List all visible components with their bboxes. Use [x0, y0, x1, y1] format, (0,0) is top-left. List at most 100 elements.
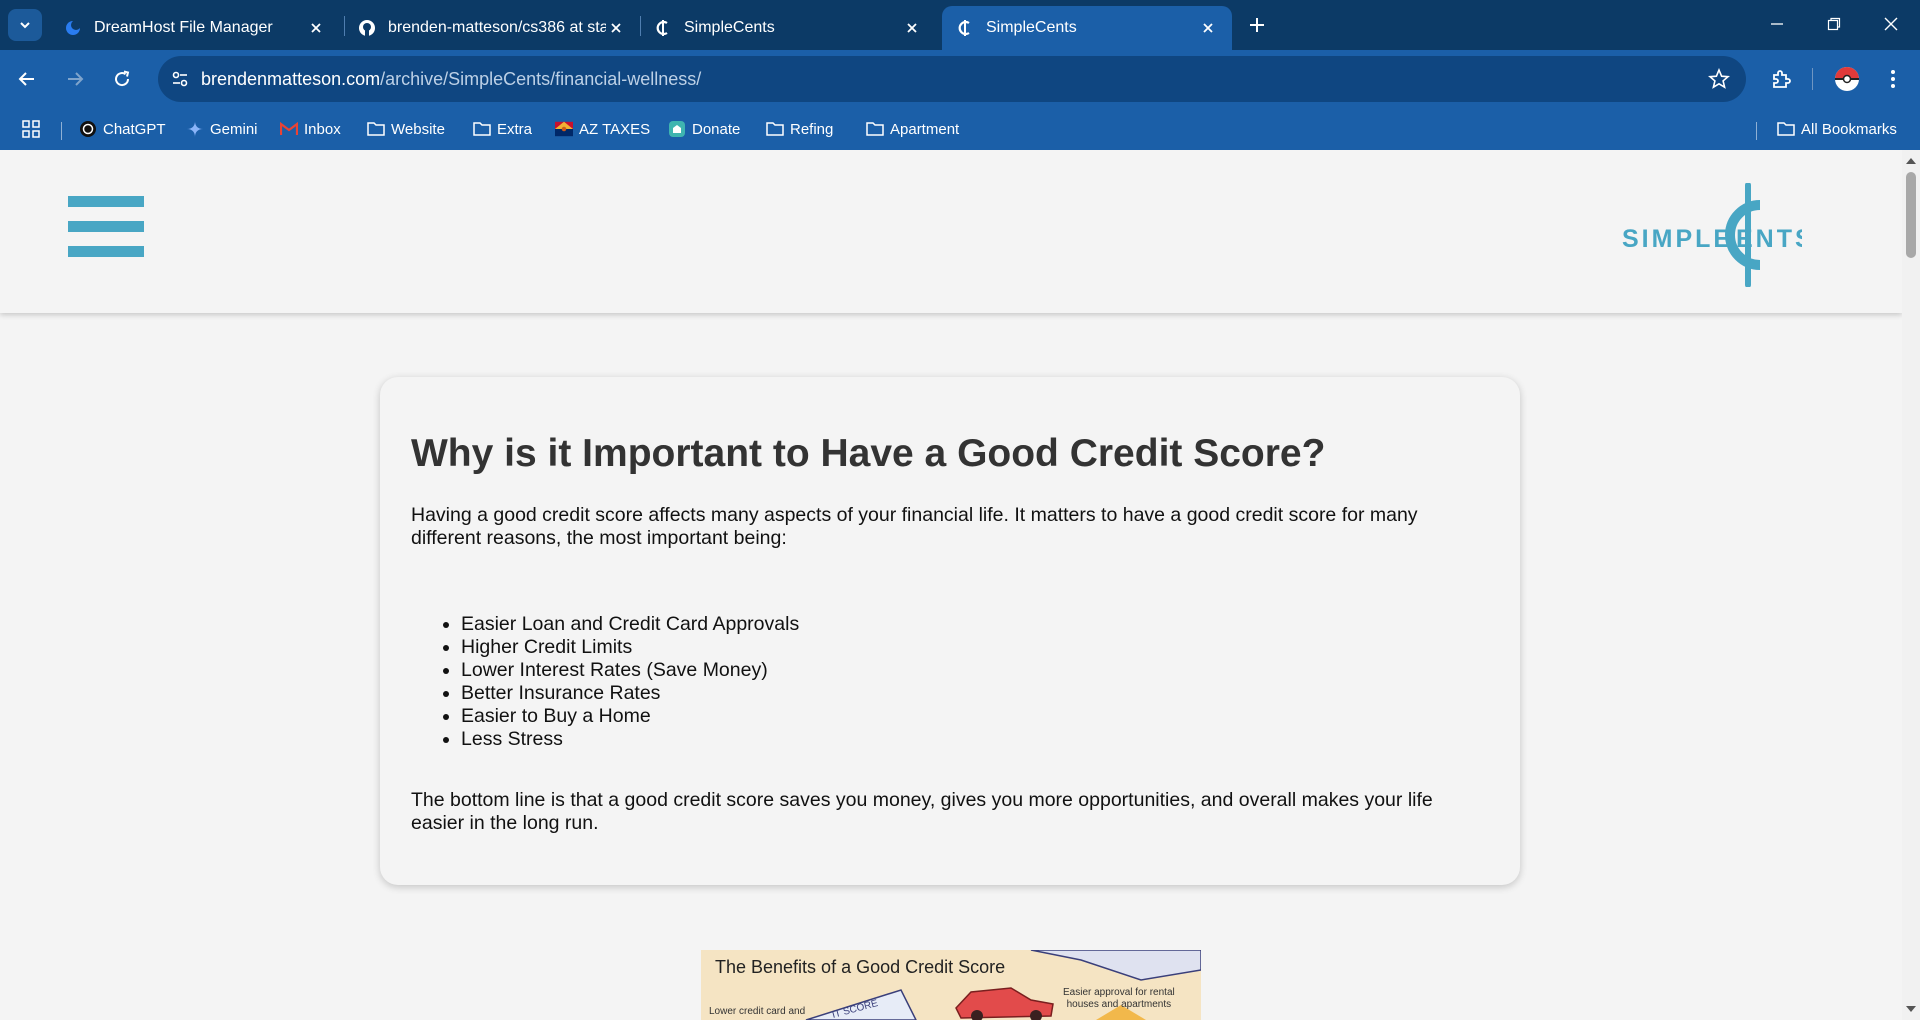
site-header: SIMPLE ENTS	[0, 150, 1902, 313]
bookmark-folder-website[interactable]: Website	[367, 117, 445, 141]
back-button[interactable]	[11, 63, 43, 95]
intro-paragraph: Having a good credit score affects many …	[411, 504, 1418, 549]
simplecents-icon	[654, 19, 672, 37]
forward-arrow-icon	[68, 72, 84, 86]
folder-icon	[1777, 120, 1795, 138]
profile-avatar[interactable]	[1831, 63, 1863, 95]
infographic-caption: Lower credit card and	[709, 1006, 806, 1017]
all-bookmarks-label: All Bookmarks	[1801, 120, 1897, 138]
hamburger-bar	[68, 246, 144, 257]
puzzle-icon	[1773, 70, 1791, 88]
browser-menu-button[interactable]	[1877, 63, 1909, 95]
bookmarks-separator	[1756, 122, 1757, 140]
scrollbar-thumb[interactable]	[1906, 172, 1916, 258]
list-item: Less Stress	[461, 728, 799, 751]
tab-search-button[interactable]	[8, 9, 42, 41]
bookmark-donate[interactable]: Donate	[668, 117, 740, 141]
bookmark-label: Apartment	[890, 120, 960, 138]
bookmark-folder-refing[interactable]: Refing	[766, 117, 833, 141]
bookmark-star-icon[interactable]	[1708, 67, 1730, 90]
caption-line: Easier approval for rental	[1063, 987, 1175, 998]
simplecents-logo[interactable]: SIMPLE ENTS	[1620, 182, 1812, 288]
new-tab-button[interactable]	[1244, 12, 1270, 38]
bookmark-chatgpt[interactable]: ChatGPT	[79, 117, 166, 141]
bookmark-inbox[interactable]: Inbox	[280, 117, 341, 141]
folder-icon	[473, 120, 491, 138]
bookmark-label: Inbox	[304, 120, 341, 138]
bookmark-label: Website	[391, 120, 445, 138]
list-item: Better Insurance Rates	[461, 682, 799, 705]
list-item: Easier Loan and Credit Card Approvals	[461, 613, 799, 636]
bookmark-label: Extra	[497, 120, 533, 138]
plus-icon	[1250, 18, 1264, 32]
all-bookmarks-button[interactable]: All Bookmarks	[1777, 117, 1897, 141]
donate-icon	[668, 120, 686, 138]
tab-github[interactable]: brenden-matteson/cs386 at sta	[344, 6, 640, 50]
az-flag-icon	[555, 120, 573, 138]
reload-icon	[115, 70, 130, 87]
bookmark-label: Donate	[692, 120, 741, 138]
tab-title: SimpleCents	[986, 19, 1077, 36]
bookmark-label: Gemini	[210, 120, 258, 138]
close-icon[interactable]	[606, 18, 626, 38]
simplecents-icon	[956, 19, 974, 37]
close-icon[interactable]	[306, 18, 326, 38]
apps-button[interactable]	[22, 117, 46, 141]
tab-dreamhost[interactable]: DreamHost File Manager	[50, 6, 340, 50]
page-viewport: SIMPLE ENTS Why is it Important to Have …	[0, 150, 1902, 1020]
site-info-icon[interactable]	[164, 63, 196, 95]
chevron-down-icon	[20, 22, 30, 29]
reload-button[interactable]	[106, 63, 138, 95]
minimize-button[interactable]	[1757, 8, 1797, 40]
tab-simplecents-active[interactable]: SimpleCents	[942, 6, 1232, 50]
github-icon	[358, 19, 376, 37]
dreamhost-icon	[64, 19, 82, 37]
folder-icon	[866, 120, 884, 138]
tab-title: brenden-matteson/cs386 at sta	[388, 19, 606, 36]
close-icon[interactable]	[902, 18, 922, 38]
more-vert-icon	[1891, 70, 1895, 88]
close-icon[interactable]	[1198, 18, 1218, 38]
logo-text-left: SIMPLE	[1622, 225, 1733, 253]
tab-simplecents[interactable]: SimpleCents	[640, 6, 936, 50]
bookmark-gemini[interactable]: Gemini	[186, 117, 258, 141]
url-text[interactable]: brendenmatteson.com/archive/SimpleCents/…	[201, 69, 701, 90]
toolbar-separator	[1812, 68, 1813, 90]
benefits-list: Easier Loan and Credit Card Approvals Hi…	[411, 613, 799, 751]
close-icon	[1884, 17, 1898, 31]
scroll-down-arrow-icon[interactable]	[1905, 1004, 1917, 1014]
extensions-button[interactable]	[1765, 63, 1797, 95]
bookmark-folder-apartment[interactable]: Apartment	[866, 117, 959, 141]
gemini-icon	[186, 120, 204, 138]
restore-button[interactable]	[1814, 8, 1854, 40]
address-bar[interactable]: brendenmatteson.com/archive/SimpleCents/…	[158, 56, 1746, 102]
bookmarks-bar: ChatGPT Gemini Inbox Website Extra AZ TA…	[0, 108, 1920, 150]
tab-title: SimpleCents	[684, 19, 775, 36]
infographic-title: The Benefits of a Good Credit Score	[715, 957, 1006, 977]
hamburger-menu-icon[interactable]	[68, 196, 144, 258]
conclusion-paragraph: The bottom line is that a good credit sc…	[411, 789, 1433, 834]
url-path: /archive/SimpleCents/financial-wellness/	[380, 69, 702, 89]
caption-line: houses and apartments	[1066, 999, 1172, 1010]
infographic-caption: Easier approval for rental houses and apa…	[1063, 987, 1175, 1011]
restore-icon	[1827, 17, 1841, 31]
chatgpt-icon	[79, 120, 97, 138]
hamburger-bar	[68, 196, 144, 207]
forward-button[interactable]	[59, 63, 91, 95]
bookmark-folder-extra[interactable]: Extra	[473, 117, 532, 141]
url-host: brendenmatteson.com	[201, 69, 381, 89]
bookmark-label: AZ TAXES	[579, 120, 651, 138]
close-window-button[interactable]	[1871, 8, 1911, 40]
credit-score-infographic: IT SCORE The Benefits of a Good Credit S…	[701, 950, 1201, 1020]
page-scrollbar[interactable]	[1902, 150, 1920, 1020]
tab-strip: DreamHost File Manager brenden-matteson/…	[0, 0, 1920, 50]
pokeball-avatar-icon	[1835, 67, 1859, 91]
page-title: Why is it Important to Have a Good Credi…	[411, 432, 1326, 475]
bookmark-az-taxes[interactable]: AZ TAXES	[555, 117, 650, 141]
list-item: Easier to Buy a Home	[461, 705, 799, 728]
tab-title: DreamHost File Manager	[94, 19, 273, 36]
folder-icon	[766, 120, 784, 138]
scroll-up-arrow-icon[interactable]	[1905, 156, 1917, 166]
apps-grid-icon	[22, 120, 40, 138]
list-item: Lower Interest Rates (Save Money)	[461, 659, 799, 682]
